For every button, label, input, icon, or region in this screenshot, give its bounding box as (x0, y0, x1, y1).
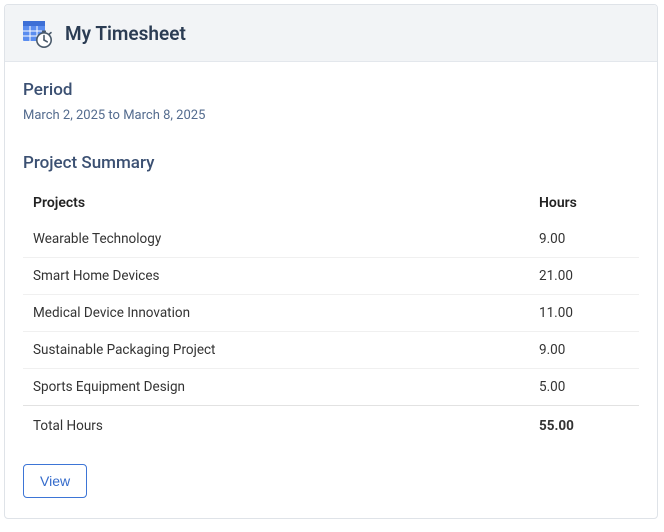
hours-cell: 9.00 (529, 221, 639, 258)
card-header: My Timesheet (5, 5, 657, 62)
column-header-hours: Hours (529, 185, 639, 221)
period-label: Period (23, 80, 639, 100)
total-hours-cell: 55.00 (529, 406, 639, 447)
total-label-cell: Total Hours (23, 406, 529, 447)
hours-cell: 11.00 (529, 295, 639, 332)
project-name-cell: Sports Equipment Design (23, 369, 529, 406)
timesheet-icon (21, 17, 53, 49)
summary-title: Project Summary (23, 153, 639, 173)
period-value: March 2, 2025 to March 8, 2025 (23, 108, 639, 123)
project-name-cell: Wearable Technology (23, 221, 529, 258)
hours-cell: 9.00 (529, 332, 639, 369)
table-row: Smart Home Devices 21.00 (23, 258, 639, 295)
table-row: Wearable Technology 9.00 (23, 221, 639, 258)
hours-cell: 5.00 (529, 369, 639, 406)
column-header-projects: Projects (23, 185, 529, 221)
project-name-cell: Smart Home Devices (23, 258, 529, 295)
hours-cell: 21.00 (529, 258, 639, 295)
total-row: Total Hours 55.00 (23, 406, 639, 447)
project-name-cell: Sustainable Packaging Project (23, 332, 529, 369)
table-row: Sports Equipment Design 5.00 (23, 369, 639, 406)
project-name-cell: Medical Device Innovation (23, 295, 529, 332)
table-row: Sustainable Packaging Project 9.00 (23, 332, 639, 369)
project-summary-table: Projects Hours Wearable Technology 9.00 … (23, 185, 639, 446)
card-title: My Timesheet (65, 22, 186, 45)
timesheet-card: My Timesheet Period March 2, 2025 to Mar… (4, 4, 658, 519)
table-row: Medical Device Innovation 11.00 (23, 295, 639, 332)
card-body: Period March 2, 2025 to March 8, 2025 Pr… (5, 62, 657, 518)
view-button[interactable]: View (23, 464, 87, 498)
